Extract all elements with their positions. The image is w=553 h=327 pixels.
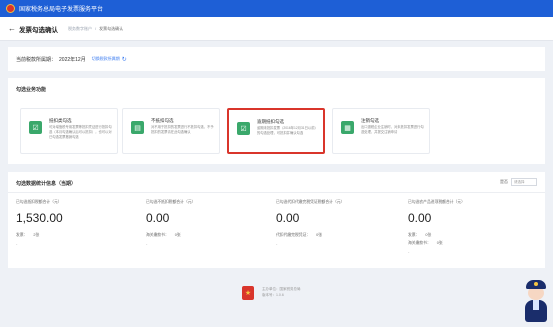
page-header: ← 发票勾选确认 税务数字账户 / 发票勾选确认: [0, 17, 553, 41]
document-icon: ▦: [341, 121, 354, 134]
platform-title: 国家税务总局电子发票服务平台: [19, 7, 104, 13]
stat-detail: 发票： 0张: [408, 233, 432, 237]
card-title: 抵扣类勾选: [49, 118, 72, 123]
tax-period-value: 2022年12月: [59, 56, 86, 63]
stat-detail: 发票： 2张: [16, 233, 40, 237]
filter-select[interactable]: 请选择: [511, 178, 537, 186]
breadcrumb-item-current: 发票勾选确认: [99, 25, 124, 31]
stat-detail: 代扣代缴完税凭证： 0张: [276, 233, 323, 237]
assistant-mascot-icon[interactable]: [522, 278, 550, 324]
section-title: 勾选数据统计信息（当期）: [16, 181, 77, 187]
switch-period-link[interactable]: 切换税款所属期: [92, 56, 120, 62]
footer-text: 主办单位：国家税务总局 版本号：1.0.6: [262, 286, 301, 298]
card-deduction-select[interactable]: ☑ 抵扣类勾选 可对增值税专用发票等抵扣凭证进行抵扣勾选（本月勾选确认后可以抵扣…: [20, 108, 118, 154]
arrow-left-icon[interactable]: ←: [8, 24, 16, 33]
stat-label: 已勾选抵扣税额合计（元）: [16, 200, 62, 204]
tax-period-bar: 当前税款所属期： 2022年12月 切换税款所属期 ↻: [8, 47, 545, 71]
stat-dash: -: [276, 241, 278, 246]
stat-value: 0.00: [408, 211, 432, 225]
card-title: 注销勾选: [361, 118, 379, 123]
stat-value: 1,530.00: [16, 211, 63, 225]
stat-dash: -: [146, 241, 148, 246]
card-overdue-deduction-select[interactable]: ☑ 逾期抵扣勾选 逾期未抵扣发票（2016年12月31日以前）的勾选处理，可抵扣…: [227, 108, 325, 154]
divider: [8, 192, 545, 193]
stat-value: 0.00: [276, 211, 300, 225]
breadcrumb-separator: /: [95, 26, 97, 31]
stat-agricultural-tax: 已勾选农产品进项税额合计（元） 0.00 发票： 0张 海关缴款书： 0张 -: [408, 200, 536, 254]
section-title: 勾选业务功能: [16, 87, 47, 93]
footer-version: 版本号：1.0.6: [262, 293, 284, 297]
stat-dash: -: [16, 241, 18, 246]
statistics-panel: 勾选数据统计信息（当期） 是否 请选择 已勾选抵扣税额合计（元） 1,530.0…: [8, 172, 545, 268]
tax-emblem-icon: [6, 4, 15, 13]
card-title: 不抵扣勾选: [151, 118, 174, 123]
stat-non-deductible-tax: 已勾选不抵扣税额合计（元） 0.00 海关缴款书： 0张 -: [146, 200, 274, 246]
tax-emblem-icon: ★: [242, 286, 254, 300]
card-description: 出口退税企业注销时，对未抵扣发票进行勾选处理，并提交注销申请: [361, 125, 424, 134]
stat-withholding-tax: 已勾选代扣代缴完税凭证税额合计（元） 0.00 代扣代缴完税凭证： 0张 -: [276, 200, 404, 246]
page-title: 发票勾选确认: [19, 26, 58, 34]
stat-dash: -: [408, 249, 410, 254]
stat-label: 已勾选不抵扣税额合计（元）: [146, 200, 196, 204]
breadcrumb-item[interactable]: 税务数字账户: [68, 26, 92, 32]
card-title: 逾期抵扣勾选: [257, 119, 284, 124]
footer: ★ 主办单位：国家税务总局 版本号：1.0.6: [0, 280, 553, 310]
card-description: 可对增值税专用发票等抵扣凭证进行抵扣勾选（本月勾选确认后可以抵扣），也可以对已勾…: [49, 125, 112, 139]
stat-detail: 海关缴款书： 0张: [146, 233, 181, 237]
filter: 是否 请选择: [500, 178, 537, 186]
checklist-icon: ☑: [237, 122, 250, 135]
filter-label: 是否: [500, 179, 508, 184]
card-non-deduction-select[interactable]: ▤ 不抵扣勾选 对不用于抵扣的发票进行不抵扣勾选，不予抵扣的发票请在此勾选确认: [122, 108, 220, 154]
tax-period-label: 当前税款所属期：: [16, 56, 57, 63]
top-banner: 国家税务总局电子发票服务平台: [0, 0, 553, 17]
refresh-icon[interactable]: ↻: [122, 56, 127, 63]
form-icon: ▤: [131, 121, 144, 134]
operations-panel: 勾选业务功能 ☑ 抵扣类勾选 可对增值税专用发票等抵扣凭证进行抵扣勾选（本月勾选…: [8, 78, 545, 164]
stat-detail: 海关缴款书： 0张: [408, 241, 443, 245]
stat-label: 已勾选农产品进项税额合计（元）: [408, 200, 465, 204]
card-cancellation-select[interactable]: ▦ 注销勾选 出口退税企业注销时，对未抵扣发票进行勾选处理，并提交注销申请: [332, 108, 430, 154]
stat-label: 已勾选代扣代缴完税凭证税额合计（元）: [276, 200, 345, 204]
card-description: 逾期未抵扣发票（2016年12月31日以前）的勾选处理，可抵扣并确认勾选: [257, 126, 318, 135]
card-description: 对不用于抵扣的发票进行不抵扣勾选，不予抵扣的发票请在此勾选确认: [151, 125, 214, 134]
stat-deductible-tax: 已勾选抵扣税额合计（元） 1,530.00 发票： 2张 -: [16, 200, 144, 246]
checklist-icon: ☑: [29, 121, 42, 134]
stat-value: 0.00: [146, 211, 170, 225]
